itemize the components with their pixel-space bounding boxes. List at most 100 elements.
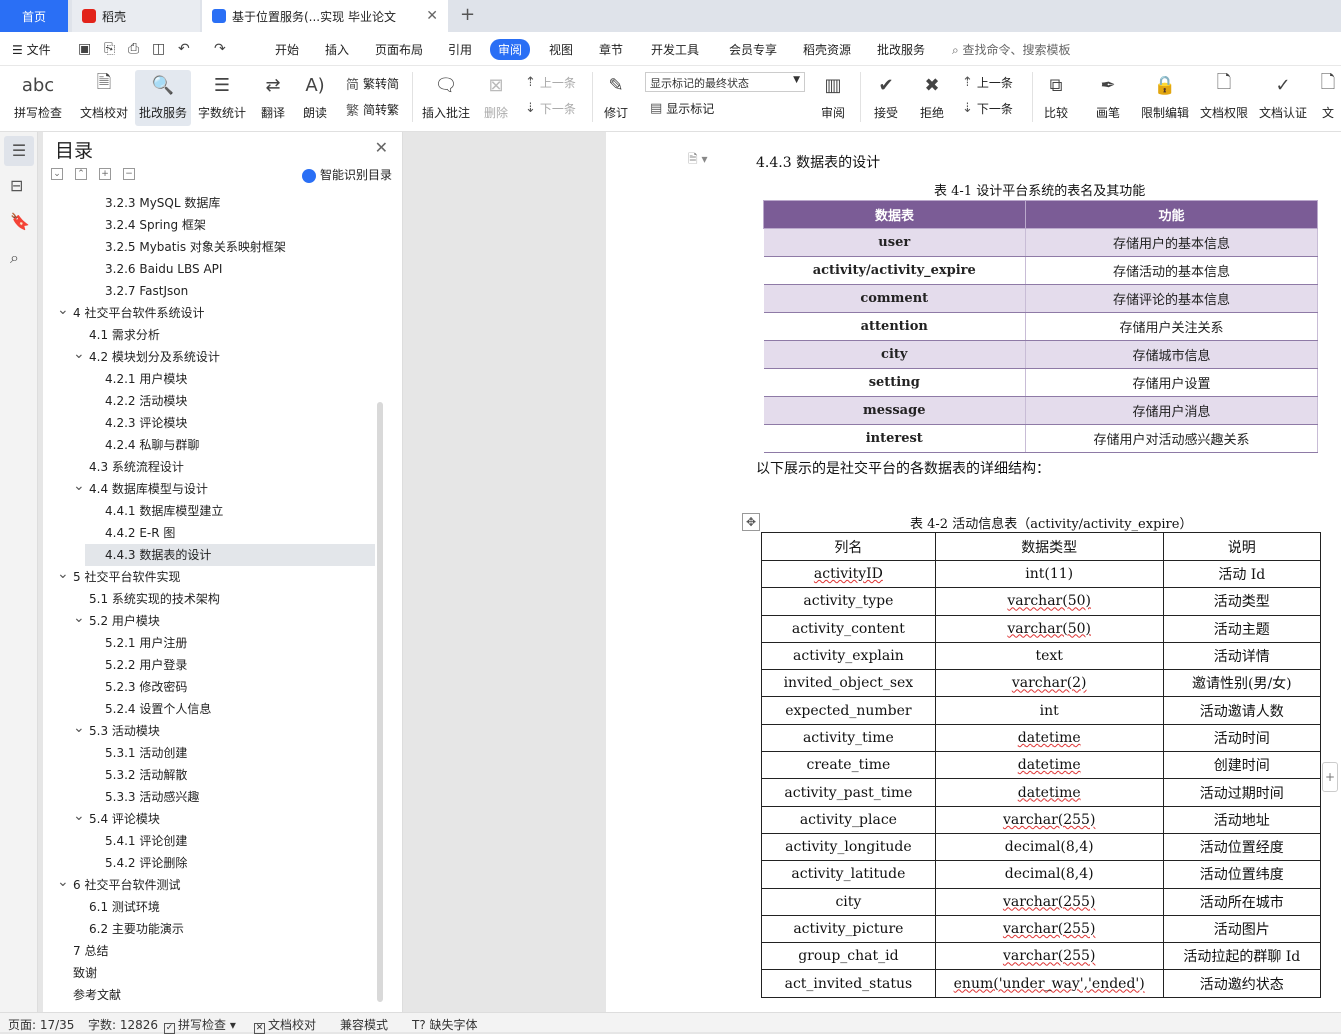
table-cell[interactable]: city <box>763 340 1026 369</box>
chevron-down-icon[interactable]: ⌄ <box>73 475 85 497</box>
table-cell[interactable]: 存储用户对活动感兴趣关系 <box>1025 424 1318 453</box>
chevron-down-icon[interactable]: ⌄ <box>73 343 85 365</box>
simp-to-trad-button[interactable]: 繁简转繁 <box>346 100 399 119</box>
toc-item[interactable]: ⌄ 5 社交平台软件实现 <box>43 566 373 588</box>
toc-item[interactable]: 5.4.1 评论创建 <box>43 830 373 852</box>
print-preview-icon[interactable]: ◫ <box>152 41 165 57</box>
delete-comment-button[interactable]: ⊠ 删除 <box>478 70 514 126</box>
page-indicator[interactable]: 页面: 17/35 <box>8 1016 74 1033</box>
table-cell[interactable]: 活动所在城市 <box>1162 887 1322 916</box>
table-cell[interactable]: 存储用户设置 <box>1025 368 1318 397</box>
doc-check-button[interactable]: 🗎 文档校对 <box>76 70 132 126</box>
tab-document[interactable]: 基于位置服务(...实现 毕业论文 ✕ <box>202 0 448 32</box>
table-cell[interactable]: varchar(50) <box>934 614 1164 643</box>
toc-item[interactable]: 5.3.1 活动创建 <box>43 742 373 764</box>
chevron-down-icon[interactable]: ⌄ <box>73 805 85 827</box>
table-cell[interactable]: int(11) <box>934 559 1164 589</box>
insert-comment-button[interactable]: 🗨 插入批注 <box>420 70 472 126</box>
table-cell[interactable]: 活动位置经度 <box>1162 832 1322 862</box>
table-cell[interactable]: expected_number <box>761 696 936 725</box>
search-icon[interactable]: ⌕ <box>10 248 19 268</box>
table-cell[interactable]: interest <box>763 424 1026 453</box>
toc-item[interactable]: 3.2.5 Mybatis 对象关系映射框架 <box>43 236 373 258</box>
table-cell[interactable]: activity_place <box>761 805 936 834</box>
toc-item[interactable]: 3.2.7 FastJson <box>43 280 373 302</box>
table-cell[interactable]: 存储用户关注关系 <box>1025 312 1318 341</box>
toc-item[interactable]: 4.4.1 数据库模型建立 <box>43 500 373 522</box>
table-cell[interactable]: 活动拉起的群聊 Id <box>1162 942 1322 971</box>
side-expand-button[interactable]: + <box>1322 762 1338 792</box>
spellcheck-status[interactable]: ✓ 拼写检查 ▾ <box>164 1016 236 1034</box>
track-changes-button[interactable]: ✎ 修订 <box>598 70 634 126</box>
toc-item[interactable]: 5.2.2 用户登录 <box>43 654 373 676</box>
prev-comment-button[interactable]: ⇡ 上一条 <box>525 74 576 91</box>
table-cell[interactable]: user <box>763 228 1026 257</box>
table-cell[interactable]: 活动类型 <box>1162 587 1322 616</box>
table-cell[interactable]: 活动主题 <box>1162 614 1322 643</box>
undo-icon[interactable]: ↶ <box>178 41 190 57</box>
table-cell[interactable]: int <box>934 696 1164 725</box>
doc-rights-button[interactable]: 🗋 文档权限 <box>1198 70 1250 126</box>
table-cell[interactable]: group_chat_id <box>761 942 936 971</box>
toc-item[interactable]: 5.3.3 活动感兴趣 <box>43 786 373 808</box>
word-count-status[interactable]: 字数: 12826 <box>88 1016 158 1033</box>
translate-button[interactable]: ⇄ 翻译 <box>254 70 292 126</box>
table-cell[interactable]: 创建时间 <box>1162 751 1322 780</box>
plus-icon[interactable]: + <box>99 168 111 180</box>
table-cell[interactable]: message <box>763 396 1026 425</box>
minus-icon[interactable]: − <box>123 168 135 180</box>
table-cell[interactable]: datetime <box>934 751 1164 780</box>
toc-item[interactable]: 4.2.1 用户模块 <box>43 368 373 390</box>
table-cell[interactable]: 活动详情 <box>1162 641 1322 671</box>
table-cell[interactable]: activity_type <box>761 587 936 616</box>
table-cell[interactable]: attention <box>763 312 1026 341</box>
toc-item[interactable]: 6.1 测试环境 <box>43 896 373 918</box>
markup-state-select[interactable]: 显示标记的最终状态 ▼ <box>645 72 805 92</box>
collapse-all-icon[interactable]: ⌄ <box>51 168 63 180</box>
command-search[interactable]: ⌕ 查找命令、搜索模板 <box>952 41 1071 58</box>
menu-dev-tools[interactable]: 开发工具 <box>651 41 699 58</box>
table-cell[interactable]: 存储评论的基本信息 <box>1025 284 1318 313</box>
expand-all-icon[interactable]: ⌃ <box>75 168 87 180</box>
toc-item[interactable]: 4.1 需求分析 <box>43 324 373 346</box>
show-markup-button[interactable]: ▤ 显示标记 <box>650 100 714 117</box>
accept-button[interactable]: ✔ 接受 <box>868 70 904 126</box>
table-cell[interactable]: 活动位置纬度 <box>1162 860 1322 889</box>
menu-review[interactable]: 审阅 <box>490 39 531 60</box>
table-cell[interactable]: varchar(255) <box>934 942 1164 971</box>
menu-start[interactable]: 开始 <box>275 41 299 58</box>
reject-button[interactable]: ✖ 拒绝 <box>914 70 950 126</box>
compare-button[interactable]: ⧉ 比较 <box>1038 70 1074 126</box>
doc-auth-button[interactable]: ✓ 文档认证 <box>1256 70 1310 126</box>
print-icon[interactable]: ⎙ <box>128 41 139 57</box>
table-cell[interactable]: 活动过期时间 <box>1162 778 1322 807</box>
table-cell[interactable]: 活动邀约状态 <box>1162 969 1322 998</box>
table-cell[interactable]: 邀请性别(男/女) <box>1162 669 1322 698</box>
toc-item[interactable]: 参考文献 <box>43 984 373 1006</box>
menu-view[interactable]: 视图 <box>549 41 573 58</box>
table-cell[interactable]: activity_time <box>761 723 936 753</box>
menu-page-layout[interactable]: 页面布局 <box>375 41 423 58</box>
toc-item[interactable]: ⌄ 4.4 数据库模型与设计 <box>43 478 373 500</box>
table-cell[interactable]: text <box>934 641 1164 671</box>
doc-more-button[interactable]: 🗋 文 <box>1318 70 1338 126</box>
redo-icon[interactable]: ↷ <box>214 41 226 57</box>
toc-item[interactable]: 6.2 主要功能演示 <box>43 918 373 940</box>
bookmark-icon[interactable]: 🔖 <box>10 212 30 231</box>
chevron-down-icon[interactable]: ⌄ <box>73 717 85 739</box>
toc-item[interactable]: 致谢 <box>43 962 373 984</box>
toc-item[interactable]: 5.3.2 活动解散 <box>43 764 373 786</box>
table-cell[interactable]: varchar(255) <box>934 805 1164 834</box>
toc-item[interactable]: ⌄ 5.3 活动模块 <box>43 720 373 742</box>
pen-button[interactable]: ✒ 画笔 <box>1090 70 1126 126</box>
table-cell[interactable]: decimal(8,4) <box>934 832 1164 862</box>
table-cell[interactable]: 活动时间 <box>1162 723 1322 753</box>
menu-insert[interactable]: 插入 <box>325 41 349 58</box>
toc-item[interactable]: ⌄ 4.2 模块划分及系统设计 <box>43 346 373 368</box>
table-cell[interactable]: act_invited_status <box>761 969 936 998</box>
revise-service-button[interactable]: 🔍 批改服务 <box>135 70 191 126</box>
table-cell[interactable]: invited_object_sex <box>761 669 936 698</box>
chevron-down-icon[interactable]: ⌄ <box>57 871 69 893</box>
close-icon[interactable]: ✕ <box>426 8 438 24</box>
table-cell[interactable]: datetime <box>934 723 1164 753</box>
